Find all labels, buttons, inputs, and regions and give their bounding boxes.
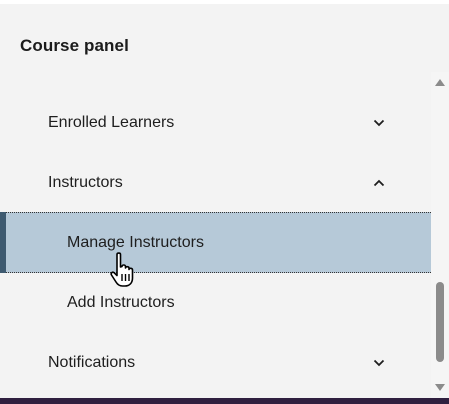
chevron-up-icon[interactable] [372, 176, 386, 190]
nav-item-manage-instructors[interactable]: Manage Instructors [0, 212, 431, 273]
nav-item-label: Manage Instructors [67, 233, 204, 251]
scroll-down-arrow-icon[interactable] [434, 380, 446, 392]
nav-item-label: Notifications [48, 354, 136, 371]
chevron-down-icon[interactable] [372, 356, 386, 370]
nav-item-add-instructors[interactable]: Add Instructors [0, 273, 431, 333]
active-indicator [0, 212, 6, 273]
vertical-scrollbar[interactable] [431, 72, 449, 398]
panel-title: Course panel [20, 36, 129, 55]
nav-item-label: Add Instructors [67, 294, 175, 311]
nav-item-label: Enrolled Learners [48, 114, 175, 131]
nav-item-notifications[interactable]: Notifications [0, 333, 431, 393]
nav-item-label: Instructors [48, 174, 123, 191]
chevron-down-icon[interactable] [372, 116, 386, 130]
nav-item-instructors[interactable]: Instructors [0, 153, 431, 213]
nav-item-enrolled-learners[interactable]: Enrolled Learners [0, 93, 431, 153]
scroll-thumb[interactable] [436, 282, 444, 362]
scroll-up-arrow-icon[interactable] [434, 76, 446, 88]
bottom-border [0, 398, 449, 404]
top-strip [0, 0, 449, 4]
